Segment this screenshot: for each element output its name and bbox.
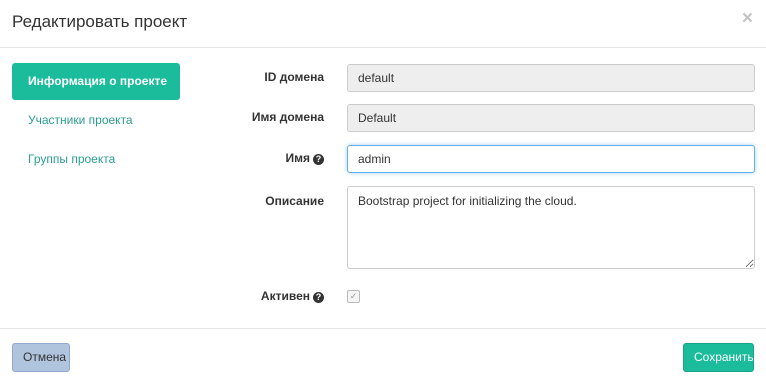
domain-name-row: Имя домена [200, 104, 756, 132]
modal-title: Редактировать проект [12, 12, 188, 31]
enabled-checkbox[interactable]: ✓ [347, 290, 360, 303]
tab-project-info[interactable]: Информация о проекте [12, 63, 180, 100]
enabled-label: Активен? [200, 289, 324, 303]
domain-name-field[interactable] [347, 104, 755, 132]
description-label: Описание [265, 194, 324, 208]
project-name-label-text: Имя [285, 151, 310, 165]
project-name-row: Имя? [200, 145, 756, 173]
domain-id-label: ID домена [264, 70, 324, 84]
enabled-label-text: Активен [260, 289, 310, 303]
domain-name-label: Имя домена [251, 110, 324, 124]
project-name-label: Имя? [200, 151, 324, 165]
tab-project-members[interactable]: Участники проекта [12, 102, 180, 139]
close-icon[interactable]: × [742, 9, 753, 29]
domain-id-row: ID домена [200, 64, 756, 92]
cancel-button[interactable]: Отмена [12, 343, 70, 372]
description-textarea[interactable]: Bootstrap project for initializing the c… [347, 186, 755, 269]
question-circle-icon[interactable]: ? [313, 292, 324, 303]
save-button[interactable]: Сохранить [683, 343, 754, 372]
domain-id-field[interactable] [347, 64, 755, 92]
question-circle-icon[interactable]: ? [313, 154, 324, 165]
workflow-tabs: Информация о проекте Участники проекта Г… [12, 63, 180, 180]
project-name-input[interactable] [347, 145, 755, 173]
modal-footer: Отмена Сохранить [0, 328, 766, 383]
enabled-row: Активен? ✓ [200, 289, 756, 303]
tab-project-groups[interactable]: Группы проекта [12, 141, 180, 178]
edit-project-modal: Редактировать проект × Информация о прое… [0, 0, 766, 383]
description-row: Описание Bootstrap project for initializ… [200, 186, 756, 269]
modal-header: Редактировать проект × [0, 0, 766, 48]
